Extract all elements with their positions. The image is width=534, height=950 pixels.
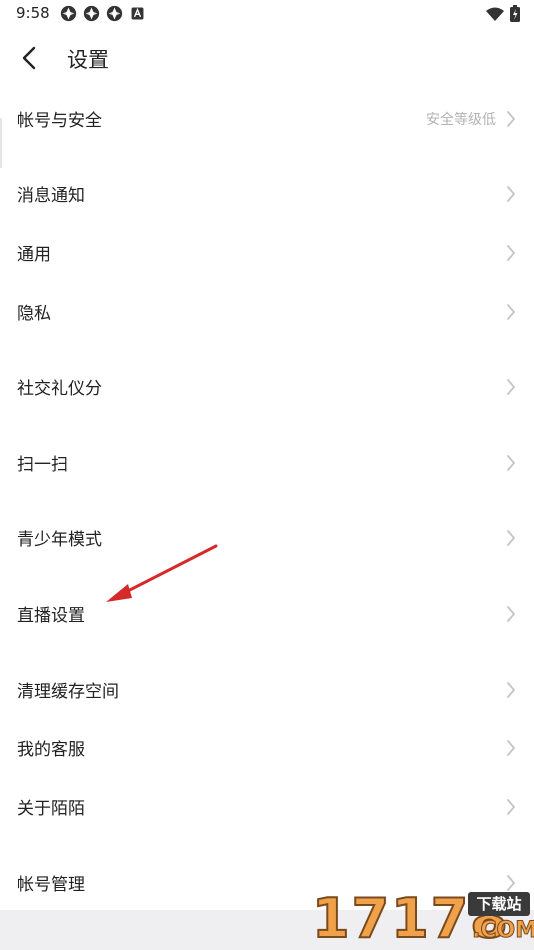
chevron-right-icon [507, 740, 516, 756]
app-icon [60, 5, 77, 22]
chevron-right-icon [507, 111, 516, 127]
chevron-right-icon [507, 530, 516, 546]
setting-item-teen-mode[interactable]: 青少年模式 [0, 510, 534, 566]
watermark-badge: 下载站 [468, 892, 530, 916]
system-icons [486, 5, 520, 22]
setting-item-social-etiquette[interactable]: 社交礼仪分 [0, 359, 534, 415]
setting-label: 我的客服 [17, 740, 85, 760]
setting-label: 清理缓存空间 [17, 682, 119, 702]
setting-label: 关于陌陌 [17, 799, 85, 819]
page-title: 设置 [67, 48, 109, 72]
watermark-logo: 17178 下载站 .COM [308, 887, 534, 950]
status-time: 9:58 [16, 4, 50, 22]
setting-item-privacy[interactable]: 隐私 [0, 284, 534, 340]
setting-item-general[interactable]: 通用 [0, 225, 534, 281]
back-button[interactable] [14, 42, 46, 74]
chevron-left-icon [22, 46, 36, 70]
app-icon [106, 5, 123, 22]
notification-icons [60, 5, 146, 22]
setting-label: 消息通知 [17, 186, 85, 206]
setting-label: 帐号管理 [17, 875, 85, 895]
watermark-domain: .COM [471, 918, 534, 944]
security-level-value: 安全等级低 [426, 112, 496, 128]
setting-label: 直播设置 [17, 606, 85, 626]
setting-item-customer-service[interactable]: 我的客服 [0, 720, 534, 776]
setting-item-account-security[interactable]: 帐号与安全 安全等级低 [0, 91, 534, 147]
arrow-annotation-icon [106, 544, 218, 602]
top-bar: 设置 [0, 32, 534, 84]
wifi-icon [486, 7, 504, 21]
setting-item-scan[interactable]: 扫一扫 [0, 435, 534, 491]
setting-label: 通用 [17, 245, 51, 265]
chevron-right-icon [507, 186, 516, 202]
chevron-right-icon [507, 245, 516, 261]
setting-label: 青少年模式 [17, 530, 102, 550]
chevron-right-icon [507, 799, 516, 815]
chevron-right-icon [507, 455, 516, 471]
setting-item-live-settings[interactable]: 直播设置 [0, 586, 534, 642]
chevron-right-icon [507, 304, 516, 320]
setting-label: 社交礼仪分 [17, 379, 102, 399]
battery-icon [510, 5, 520, 22]
setting-item-notifications[interactable]: 消息通知 [0, 166, 534, 222]
setting-label: 隐私 [17, 304, 51, 324]
status-bar: 9:58 [0, 0, 534, 26]
chevron-right-icon [507, 379, 516, 395]
app-icon [83, 5, 100, 22]
chevron-right-icon [507, 606, 516, 622]
setting-item-about[interactable]: 关于陌陌 [0, 779, 534, 835]
a-icon [131, 7, 144, 20]
chevron-right-icon [507, 682, 516, 698]
setting-item-clear-cache[interactable]: 清理缓存空间 [0, 662, 534, 718]
setting-label: 扫一扫 [17, 455, 68, 475]
setting-label: 帐号与安全 [17, 111, 102, 131]
